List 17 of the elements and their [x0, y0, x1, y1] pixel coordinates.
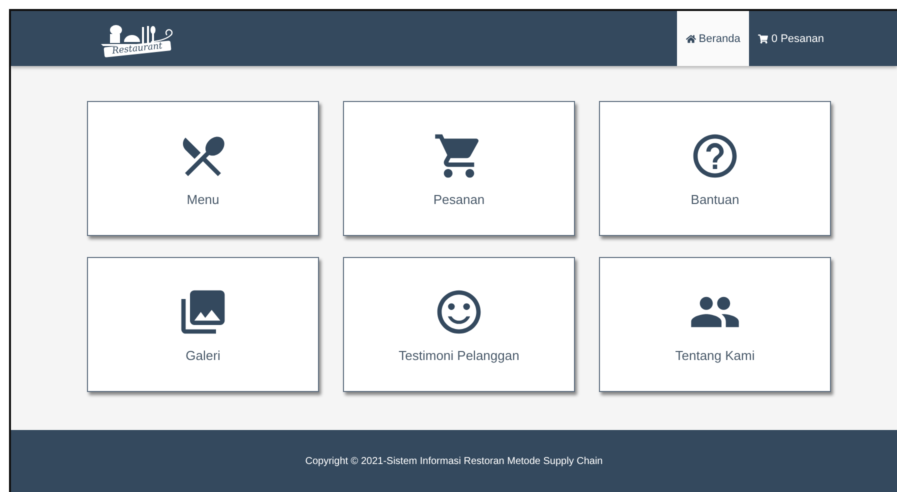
menu-card[interactable]: Testimoni Pelanggan: [343, 257, 575, 392]
menu-card[interactable]: Tentang Kami: [599, 257, 831, 392]
nav-link[interactable]: Beranda: [676, 11, 750, 66]
menu-card[interactable]: Bantuan: [599, 101, 831, 236]
nav-link[interactable]: 0 Pesanan: [749, 11, 833, 66]
copyright-text: Copyright © 2021-Sistem Informasi Restoran Metode Supply Chain: [305, 456, 603, 466]
menu-card[interactable]: Menu: [87, 101, 319, 236]
card-label: Bantuan: [690, 192, 740, 207]
menu-card[interactable]: Galeri: [87, 257, 319, 392]
home-icon: [686, 34, 696, 44]
menu-card[interactable]: Pesanan: [343, 101, 575, 236]
card-label: Testimoni Pelanggan: [398, 348, 520, 363]
card-label: Menu: [186, 192, 220, 207]
card-label: Pesanan: [433, 192, 485, 207]
card-label: Tentang Kami: [675, 348, 755, 363]
card-label: Galeri: [186, 348, 220, 363]
cart-icon: [758, 34, 768, 44]
